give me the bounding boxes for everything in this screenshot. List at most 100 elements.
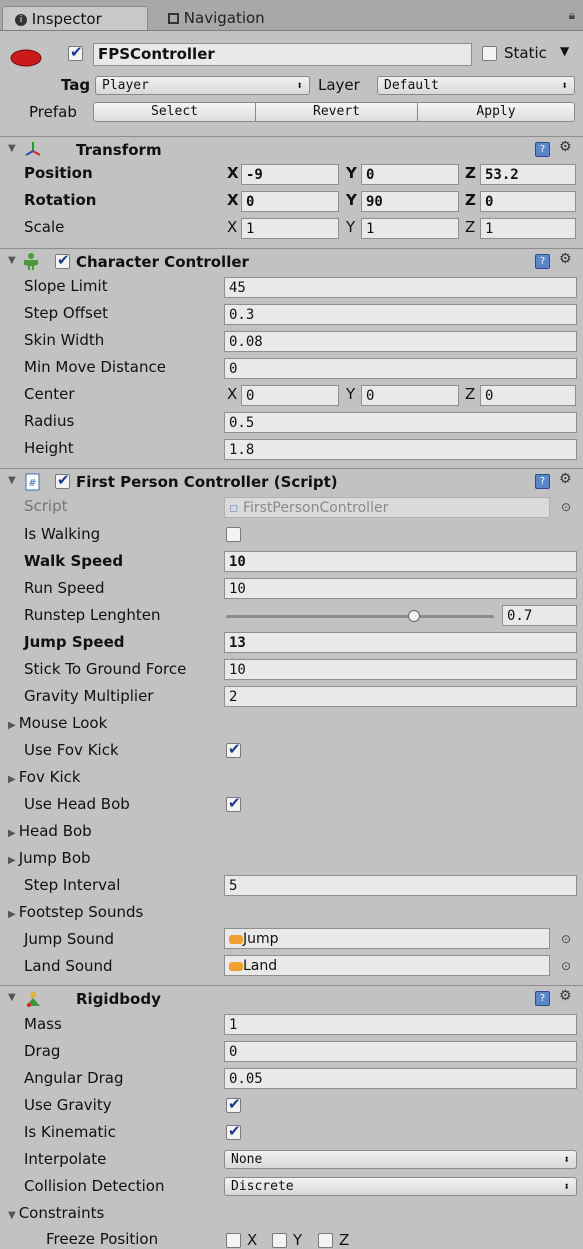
object-picker-icon[interactable]: ⊙ [561, 959, 571, 973]
rigidbody-header[interactable]: ▼ Rigidbody ? ⚙ [0, 985, 583, 1012]
fov-kick-foldout[interactable]: ▶ Fov Kick [8, 768, 81, 786]
scale-y-field[interactable]: 1 [361, 218, 459, 239]
jump-sound-label: Jump Sound [24, 930, 115, 948]
rotation-x-field[interactable]: 0 [241, 191, 339, 212]
character-controller-enabled-checkbox[interactable] [55, 251, 70, 269]
script-value: FirstPersonController [242, 500, 389, 516]
rotation-label: Rotation [24, 191, 97, 209]
jump-speed-field[interactable]: 13 [224, 632, 577, 653]
help-icon[interactable]: ? [535, 142, 550, 157]
position-z-field[interactable]: 53.2 [480, 164, 576, 185]
tab-inspector[interactable]: i Inspector [2, 6, 148, 30]
tag-label: Tag [61, 76, 91, 94]
mass-field[interactable]: 1 [224, 1014, 577, 1035]
axis-x-label: X [227, 385, 238, 403]
land-sound-label: Land Sound [24, 957, 113, 975]
is-walking-checkbox[interactable] [226, 527, 241, 542]
fold-arrow-icon[interactable]: ▼ [8, 992, 16, 1003]
runstep-field[interactable]: 0.7 [502, 605, 577, 626]
transform-header[interactable]: ▼ Transform ? ⚙ [0, 136, 583, 163]
prefab-select-button[interactable]: Select [93, 102, 256, 122]
axis-y-label: Y [346, 164, 357, 182]
gravity-multiplier-field[interactable]: 2 [224, 686, 577, 707]
scale-z-field[interactable]: 1 [480, 218, 576, 239]
axis-x-label: X [227, 218, 238, 236]
interpolate-label: Interpolate [24, 1150, 107, 1168]
gear-icon[interactable]: ⚙ [559, 988, 572, 1004]
fold-arrow-icon[interactable]: ▼ [8, 255, 16, 266]
gear-icon[interactable]: ⚙ [559, 251, 572, 267]
stick-force-field[interactable]: 10 [224, 659, 577, 680]
transform-title: Transform [76, 141, 162, 159]
step-interval-field[interactable]: 5 [224, 875, 577, 896]
tag-dropdown[interactable]: Player ⬍ [95, 76, 310, 95]
angular-drag-field[interactable]: 0.05 [224, 1068, 577, 1089]
constraints-foldout[interactable]: ▼ Constraints [8, 1204, 104, 1222]
prefab-revert-button[interactable]: Revert [255, 102, 418, 122]
static-checkbox[interactable] [482, 46, 497, 61]
help-icon[interactable]: ? [535, 474, 550, 489]
center-x-field[interactable]: 0 [241, 385, 339, 406]
height-field[interactable]: 1.8 [224, 439, 577, 460]
footstep-sounds-foldout[interactable]: ▶ Footstep Sounds [8, 903, 143, 921]
use-head-bob-checkbox[interactable] [226, 794, 241, 812]
walk-speed-field[interactable]: 10 [224, 551, 577, 572]
help-icon[interactable]: ? [535, 991, 550, 1006]
help-icon[interactable]: ? [535, 254, 550, 269]
prefab-apply-button[interactable]: Apply [417, 102, 575, 122]
position-y-field[interactable]: 0 [361, 164, 459, 185]
position-x-field[interactable]: -9 [241, 164, 339, 185]
head-bob-foldout[interactable]: ▶ Head Bob [8, 822, 92, 840]
is-kinematic-checkbox[interactable] [226, 1122, 241, 1140]
use-gravity-checkbox[interactable] [226, 1095, 241, 1113]
layer-dropdown[interactable]: Default ⬍ [377, 76, 575, 95]
character-controller-header[interactable]: ▼ Character Controller ? ⚙ [0, 248, 583, 275]
fold-arrow-icon[interactable]: ▼ [8, 475, 16, 486]
interpolate-dropdown[interactable]: None ⬍ [224, 1150, 577, 1169]
axis-x-label: X [227, 164, 239, 182]
center-y-field[interactable]: 0 [361, 385, 459, 406]
gear-icon[interactable]: ⚙ [559, 471, 572, 487]
object-picker-icon[interactable]: ⊙ [561, 932, 571, 946]
scale-x-field[interactable]: 1 [241, 218, 339, 239]
mouse-look-label: Mouse Look [18, 714, 108, 732]
fps-script-header[interactable]: ▼ # First Person Controller (Script) ? ⚙ [0, 468, 583, 495]
gameobject-icon [10, 49, 42, 67]
run-speed-field[interactable]: 10 [224, 578, 577, 599]
runstep-slider-track[interactable] [226, 615, 494, 618]
fold-arrow-icon[interactable]: ▼ [8, 143, 16, 154]
step-offset-field[interactable]: 0.3 [224, 304, 577, 325]
min-move-distance-field[interactable]: 0 [224, 358, 577, 379]
collision-detection-label: Collision Detection [24, 1177, 165, 1195]
mouse-look-foldout[interactable]: ▶ Mouse Look [8, 714, 107, 732]
character-controller-title: Character Controller [76, 253, 249, 271]
drag-field[interactable]: 0 [224, 1041, 577, 1062]
rotation-y-field[interactable]: 90 [361, 191, 459, 212]
rotation-z-field[interactable]: 0 [480, 191, 576, 212]
jump-sound-field[interactable]: Jump [224, 928, 550, 949]
fold-arrow-icon: ▼ [8, 1210, 16, 1221]
prefab-label: Prefab [29, 103, 77, 121]
fold-arrow-icon: ▶ [8, 855, 16, 866]
skin-width-field[interactable]: 0.08 [224, 331, 577, 352]
slope-limit-field[interactable]: 45 [224, 277, 577, 298]
gameobject-active-checkbox[interactable] [68, 43, 83, 61]
center-z-field[interactable]: 0 [480, 385, 576, 406]
min-move-distance-label: Min Move Distance [24, 358, 166, 376]
fov-kick-label: Fov Kick [18, 768, 81, 786]
land-sound-field[interactable]: Land [224, 955, 550, 976]
is-walking-label: Is Walking [24, 525, 101, 543]
jump-bob-foldout[interactable]: ▶ Jump Bob [8, 849, 91, 867]
gameobject-name-field[interactable]: FPSController [93, 43, 472, 66]
gear-icon[interactable]: ⚙ [559, 139, 572, 155]
jump-sound-value: Jump [243, 931, 279, 947]
lock-icon[interactable]: 🔒︎ [569, 8, 575, 23]
tab-navigation[interactable]: Navigation [156, 6, 306, 30]
use-fov-kick-checkbox[interactable] [226, 740, 241, 758]
runstep-slider-thumb[interactable] [407, 610, 420, 622]
radius-field[interactable]: 0.5 [224, 412, 577, 433]
collision-detection-dropdown[interactable]: Discrete ⬍ [224, 1177, 577, 1196]
fps-script-enabled-checkbox[interactable] [55, 471, 70, 489]
static-dropdown-icon[interactable]: ▼ [560, 44, 569, 58]
fold-arrow-icon: ▶ [8, 720, 16, 731]
